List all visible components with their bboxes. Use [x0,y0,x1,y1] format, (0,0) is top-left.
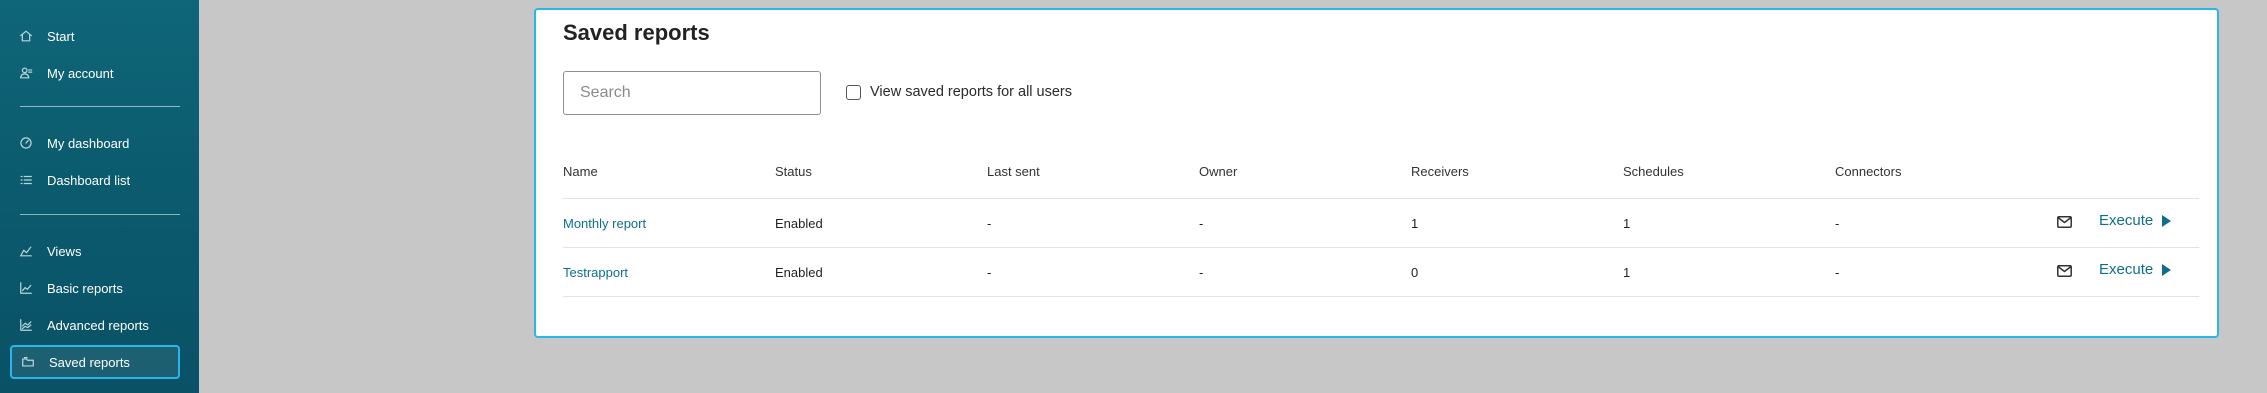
home-icon [18,28,34,44]
play-icon [2162,263,2172,276]
view-all-users-toggle[interactable]: View saved reports for all users [846,84,1072,100]
saved-reports-panel: Saved reports View saved reports for all… [534,8,2219,338]
column-header-receivers: Receivers [1411,164,1469,179]
execute-label: Execute [2099,212,2154,229]
report-last-sent: - [987,216,992,231]
report-last-sent: - [987,265,992,280]
email-icon[interactable] [2055,262,2073,280]
sidebar-item-views[interactable]: Views [10,234,180,268]
email-icon[interactable] [2055,213,2073,231]
report-status: Enabled [775,216,823,231]
execute-button[interactable]: Execute [2099,261,2172,278]
table-row: Monthly report Enabled - - 1 1 - Execute [563,199,2199,248]
line-chart-icon [18,280,34,296]
sidebar-item-label: Dashboard list [47,172,131,188]
report-receivers: 1 [1411,216,1419,231]
advanced-chart-icon [18,317,34,333]
sidebar-item-basic-reports[interactable]: Basic reports [10,271,180,305]
column-header-last-sent: Last sent [987,164,1040,179]
column-header-connectors: Connectors [1835,164,1902,179]
report-connectors: - [1835,216,1840,231]
sidebar-item-my-account[interactable]: My account [10,56,180,90]
report-owner: - [1199,265,1204,280]
execute-label: Execute [2099,261,2154,278]
sidebar: Start My account My dashboard Dashboard … [0,0,199,393]
table-header: Name Status Last sent Owner Receivers Sc… [563,148,2199,199]
report-owner: - [1199,216,1204,231]
report-schedules: 1 [1623,265,1631,280]
sidebar-item-label: Saved reports [49,354,130,370]
sidebar-item-label: Basic reports [47,280,123,296]
execute-button[interactable]: Execute [2099,212,2172,229]
column-header-name: Name [563,164,598,179]
sidebar-item-label: My dashboard [47,135,130,151]
report-schedules: 1 [1623,216,1631,231]
sidebar-item-label: Views [47,243,82,259]
column-header-owner: Owner [1199,164,1238,179]
view-all-users-label: View saved reports for all users [870,84,1073,100]
column-header-status: Status [775,164,812,179]
report-receivers: 0 [1411,265,1419,280]
table-row: Testrapport Enabled - - 0 1 - Execute [563,248,2199,297]
folder-icon [20,354,36,370]
sidebar-item-label: Advanced reports [47,317,149,333]
sidebar-item-label: My account [47,65,114,81]
report-connectors: - [1835,265,1840,280]
sidebar-item-label: Start [47,28,75,44]
gauge-icon [18,135,34,151]
view-all-users-checkbox[interactable] [846,84,861,100]
sidebar-divider [20,214,180,215]
list-icon [18,172,34,188]
sidebar-item-advanced-reports[interactable]: Advanced reports [10,308,180,342]
page-title: Saved reports [563,20,710,45]
report-name-link[interactable]: Testrapport [563,265,628,280]
report-name-link[interactable]: Monthly report [563,216,646,231]
user-icon [18,65,34,81]
sidebar-item-my-dashboard[interactable]: My dashboard [10,126,180,160]
sidebar-divider [20,106,180,107]
saved-reports-table: Name Status Last sent Owner Receivers Sc… [563,148,2199,297]
search-input[interactable] [563,71,821,115]
report-status: Enabled [775,265,823,280]
column-header-schedules: Schedules [1623,164,1684,179]
sidebar-item-saved-reports[interactable]: Saved reports [10,345,180,379]
sidebar-item-start[interactable]: Start [10,19,180,53]
play-icon [2162,214,2172,227]
sidebar-item-dashboard-list[interactable]: Dashboard list [10,163,180,197]
views-chart-icon [18,243,34,259]
